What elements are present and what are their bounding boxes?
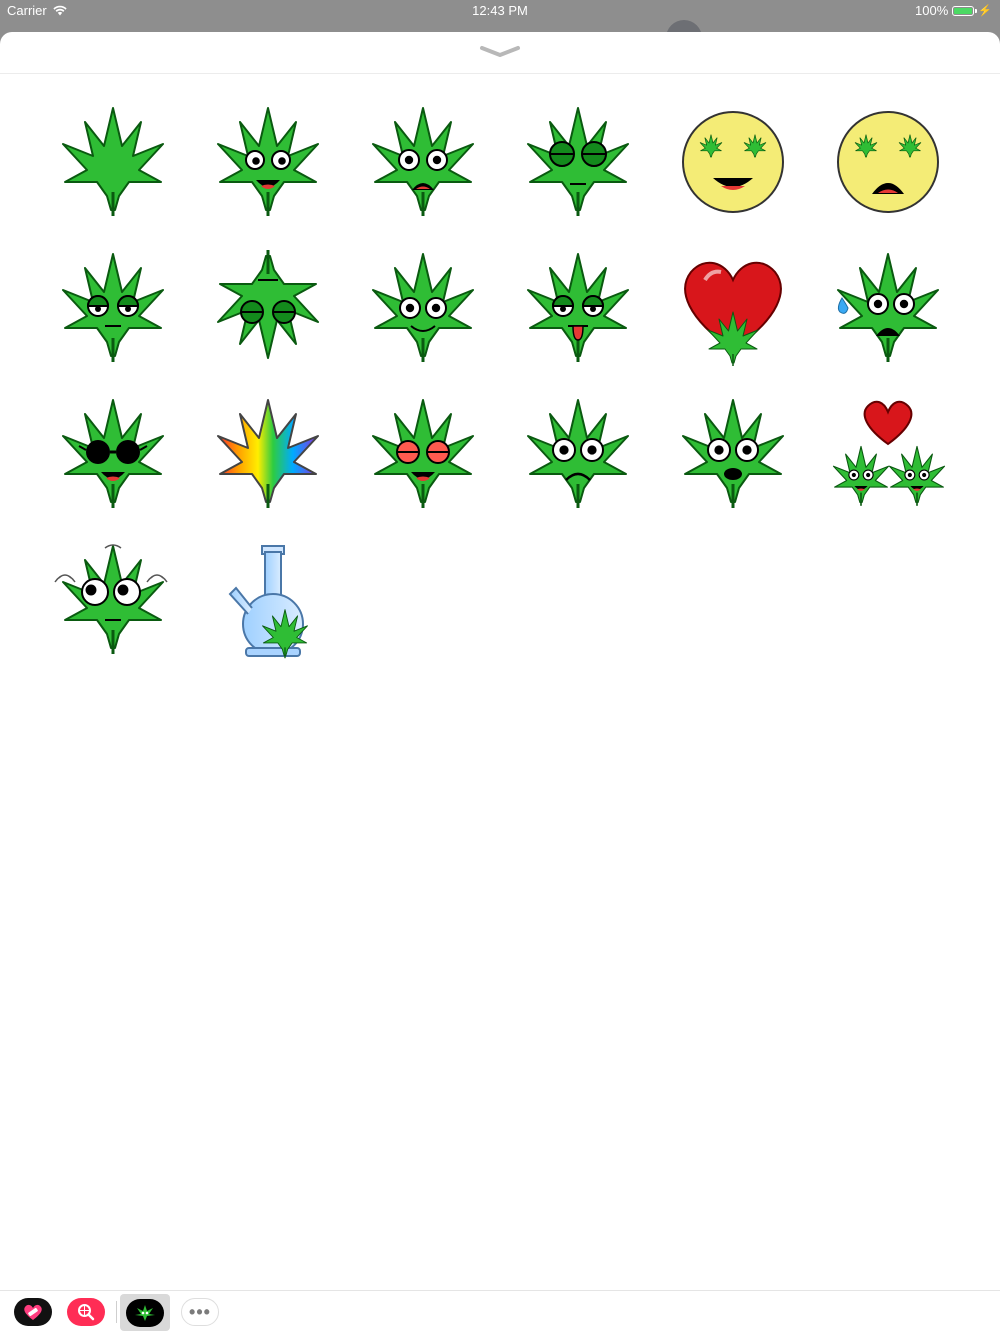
app-drawer-bar: ••• [0,1290,1000,1335]
tongue-leaf-icon [526,253,629,362]
battery-fill [954,7,973,14]
rainbow-leaf-icon [216,399,319,508]
red-eyes-leaf-icon [371,399,474,508]
smiling-leaf-icon [371,253,474,362]
sticker-grid [35,87,975,671]
sticker-leaf-eyes-smile-face[interactable] [655,87,810,233]
sticker-plain-leaf[interactable] [35,87,190,233]
sheet-divider [0,73,1000,74]
battery-percent: 100% [915,3,949,18]
couple-heart-icon [832,400,945,506]
status-bar: Carrier 12:43 PM 100% ⚡ [0,0,1000,22]
sticker-dizzy-leaf[interactable] [35,525,190,671]
surprised-leaf-icon [681,399,784,508]
sticker-bong[interactable] [190,525,345,671]
upside-down-leaf-icon [216,250,319,359]
sweat-leaf-icon [836,253,939,362]
sticker-sheet [0,32,1000,1334]
bong-icon [228,545,308,659]
sunglasses-leaf-icon [61,399,164,508]
battery-icon [952,5,978,16]
smiley-face-icon [681,111,784,213]
sticker-nervous-sweat-leaf[interactable] [810,233,965,379]
sticker-heart-leaf[interactable] [655,233,810,379]
drawer-separator [116,1301,117,1323]
status-time: 12:43 PM [472,3,528,18]
sticker-sunglasses-leaf[interactable] [35,379,190,525]
heart-icon [683,261,782,366]
sticker-tired-leaf[interactable] [35,233,190,379]
sticker-leaf-eyes-frown-face[interactable] [810,87,965,233]
collapse-chevron-icon[interactable] [479,44,521,60]
sticker-smiling-leaf[interactable] [345,233,500,379]
sticker-surprised-leaf[interactable] [655,379,810,525]
sticker-happy-leaf-tongue[interactable] [190,87,345,233]
charging-bolt-icon: ⚡ [978,5,992,17]
frown-face-icon [836,111,939,213]
app-icon-weed-stickers[interactable] [120,1294,170,1331]
app-icon-heart[interactable] [13,1296,53,1328]
dizzy-leaf-icon [53,544,168,654]
sticker-upside-down-leaf[interactable] [190,233,345,379]
happy-leaf-icon [216,107,319,216]
heart-bandage-icon [14,1298,52,1326]
globe-search-icon [67,1298,105,1326]
sticker-rainbow-leaf[interactable] [190,379,345,525]
leaf-sticker-icon [126,1298,164,1327]
app-icon-search[interactable] [66,1296,106,1328]
more-dots-icon: ••• [181,1298,219,1326]
app-icon-more[interactable]: ••• [180,1296,220,1328]
status-right: 100% ⚡ [915,3,992,18]
sleepy-leaf-icon [526,107,629,216]
tired-leaf-icon [61,253,164,362]
cannabis-leaf-icon [61,107,164,216]
sticker-tongue-out-leaf[interactable] [500,233,655,379]
sticker-shocked-leaf[interactable] [345,87,500,233]
sticker-leaf-couple-heart[interactable] [810,379,965,525]
shocked-leaf-icon [371,107,474,216]
sticker-red-eyes-leaf[interactable] [345,379,500,525]
sad-leaf-icon [526,399,629,508]
sticker-sad-leaf[interactable] [500,379,655,525]
sticker-sleepy-leaf[interactable] [500,87,655,233]
